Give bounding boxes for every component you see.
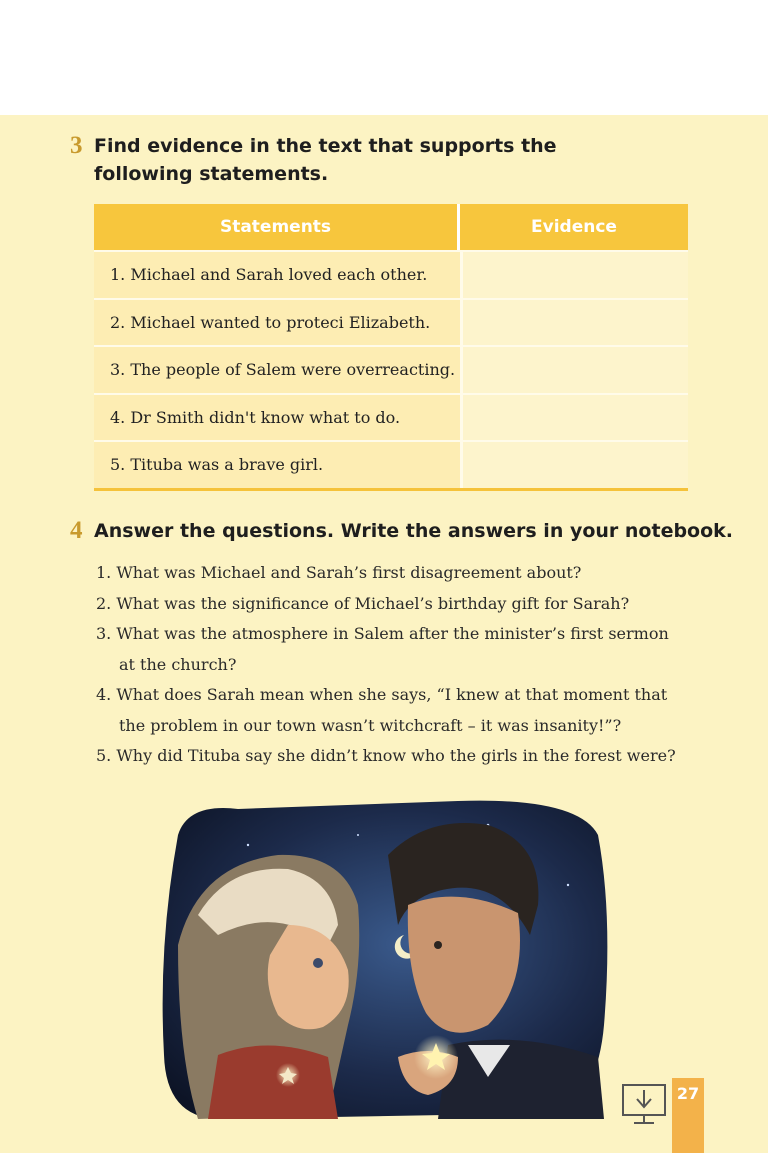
- statement-cell: 2. Michael wanted to proteci Elizabeth.: [94, 299, 460, 345]
- question-item: 4. What does Sarah mean when she says, “…: [96, 685, 668, 704]
- statement-cell: 3. The people of Salem were overreacting…: [94, 347, 460, 393]
- question-item-continuation: at the church?: [119, 654, 237, 674]
- illustration-couple-night: [162, 800, 608, 1119]
- table-row: 4. Dr Smith didn't know what to do.: [94, 392, 688, 440]
- exercise-3-number: 3: [70, 132, 83, 159]
- statement-cell: 4. Dr Smith didn't know what to do.: [94, 394, 460, 440]
- table-row: 5. Tituba was a brave girl.: [94, 440, 688, 488]
- table-row: 1. Michael and Sarah loved each other.: [94, 250, 688, 298]
- evidence-table: Statements Evidence 1. Michael and Sarah…: [94, 204, 688, 491]
- question-item-continuation: the problem in our town wasn’t witchcraf…: [119, 715, 622, 735]
- question-item: 3. What was the atmosphere in Salem afte…: [96, 624, 669, 643]
- table-row: 3. The people of Salem were overreacting…: [94, 345, 688, 393]
- evidence-cell: [460, 347, 688, 393]
- question-item: 2. What was the significance of Michael’…: [96, 593, 630, 613]
- exercise-3-title: Find evidence in the text that supports …: [94, 135, 557, 185]
- statement-cell: 5. Tituba was a brave girl.: [94, 442, 460, 488]
- question-list: 1. What was Michael and Sarah’s first di…: [96, 558, 696, 772]
- table-header: Statements Evidence: [94, 204, 688, 250]
- exercise-4-heading: 4 Answer the questions. Write the answer…: [70, 517, 733, 545]
- exercise-3-heading: 3 Find evidence in the text that support…: [70, 132, 654, 188]
- question-item: 5. Why did Tituba say she didn’t know wh…: [96, 746, 676, 765]
- statement-cell: 1. Michael and Sarah loved each other.: [94, 252, 460, 298]
- header-evidence: Evidence: [531, 217, 617, 237]
- evidence-cell: [460, 442, 688, 488]
- evidence-cell: [460, 394, 688, 440]
- evidence-cell: [460, 252, 688, 298]
- question-item: 1. What was Michael and Sarah’s first di…: [96, 563, 582, 582]
- header-statements: Statements: [94, 204, 460, 250]
- evidence-cell: [460, 299, 688, 345]
- table-row: 2. Michael wanted to proteci Elizabeth.: [94, 297, 688, 345]
- page-number: 27: [676, 1084, 700, 1103]
- exercise-4-title: Answer the questions. Write the answers …: [94, 520, 734, 542]
- download-icon[interactable]: [620, 1082, 668, 1126]
- exercise-4-number: 4: [70, 517, 83, 544]
